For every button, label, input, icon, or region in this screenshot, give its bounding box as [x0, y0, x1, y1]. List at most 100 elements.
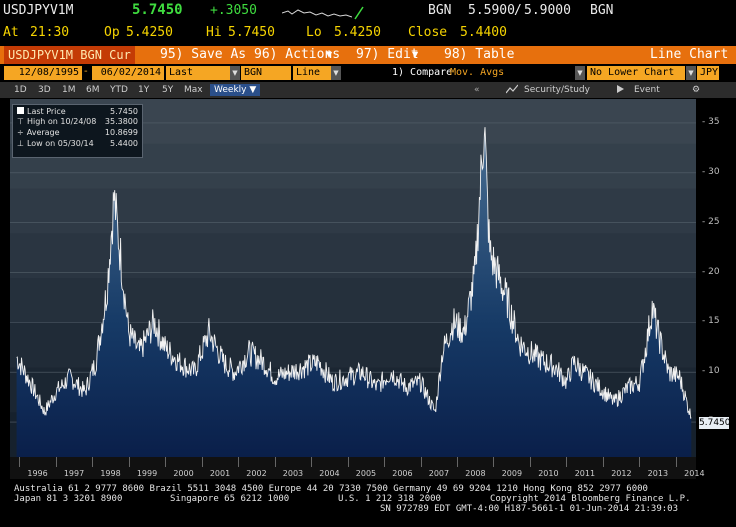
- event-icon[interactable]: [616, 84, 625, 96]
- lower-chart-field[interactable]: No Lower Chart: [587, 66, 685, 80]
- period-5y[interactable]: 5Y: [162, 84, 173, 96]
- legend-last-price: Last Price 5.7450: [17, 107, 138, 117]
- sparkline-icon: [282, 9, 352, 18]
- footer-copyright: Copyright 2014 Bloomberg Finance L.P.: [490, 494, 691, 504]
- x-tick-label: 1998: [100, 469, 121, 478]
- footer-session: SN 972789 EDT GMT-4:00 H187-5661-1 01-Ju…: [380, 504, 679, 514]
- edit-button[interactable]: 97) Edit: [356, 46, 419, 64]
- period-6m[interactable]: 6M: [86, 84, 100, 96]
- low-label: Lo: [306, 25, 322, 40]
- close-label: Close: [408, 25, 448, 40]
- x-tick-mark: [420, 457, 422, 467]
- last-value-label: 5.7450: [699, 417, 731, 429]
- x-tick-mark: [456, 457, 458, 467]
- at-label: At: [3, 25, 19, 40]
- x-tick-mark: [274, 457, 276, 467]
- x-tick-mark: [128, 457, 130, 467]
- period-1d[interactable]: 1D: [14, 84, 27, 96]
- high-label: Hi: [206, 25, 222, 40]
- chart-study-icon[interactable]: [505, 84, 519, 96]
- mov-avgs-dropdown-icon[interactable]: ▼: [575, 66, 585, 80]
- y-tick-label: - 20: [702, 266, 720, 277]
- field-selector[interactable]: Last Price: [166, 66, 230, 92]
- legend-swatch-icon: [17, 107, 24, 114]
- x-tick-mark: [493, 457, 495, 467]
- low-value: 5.4250: [334, 25, 381, 40]
- y-tick-label: - 25: [702, 216, 720, 227]
- collapse-icon[interactable]: «: [474, 84, 480, 96]
- footer-contacts-1: Australia 61 2 9777 8600 Brazil 5511 304…: [14, 484, 648, 494]
- low-marker-icon: ⊥: [17, 139, 24, 148]
- field-bar: 12/08/1995 - 06/02/2014 Last Price ▼ BGN…: [0, 66, 736, 92]
- y-axis: - 5- 10- 15- 20- 25- 30- 35: [696, 99, 736, 457]
- chart-legend[interactable]: Last Price 5.7450 ⊤ High on 10/24/08 35.3…: [12, 104, 143, 158]
- security-study-button[interactable]: Security/Study: [524, 84, 590, 96]
- lower-chart-dropdown-icon[interactable]: ▼: [686, 66, 696, 80]
- period-1y[interactable]: 1Y: [138, 84, 149, 96]
- security-field[interactable]: USDJPYV1M BGN Cur: [4, 46, 135, 64]
- currency-field[interactable]: JPY: [697, 66, 719, 80]
- x-tick-label: 2000: [173, 469, 194, 478]
- x-tick-label: 2009: [501, 469, 523, 478]
- source-label-2: BGN: [590, 3, 614, 18]
- end-date-field[interactable]: 06/02/2014: [92, 66, 164, 80]
- x-tick-mark: [347, 457, 349, 467]
- frequency-label: Weekly: [214, 85, 247, 95]
- net-change: +.3050: [210, 3, 257, 18]
- last-price: 5.7450: [132, 2, 183, 18]
- period-1m[interactable]: 1M: [62, 84, 76, 96]
- x-tick-label: 2014: [684, 469, 705, 478]
- bid-price: 5.5900: [468, 3, 515, 18]
- period-max[interactable]: Max: [184, 84, 203, 96]
- ticker[interactable]: USDJPYV1M: [3, 3, 73, 18]
- mov-avgs-button[interactable]: Mov. Avgs: [450, 67, 504, 78]
- x-tick-mark: [238, 457, 240, 467]
- style-field[interactable]: Line: [293, 66, 331, 80]
- x-tick-label: 1997: [63, 469, 85, 478]
- y-tick-label: - 30: [702, 166, 720, 177]
- x-tick-mark: [311, 457, 313, 467]
- start-date-field[interactable]: 12/08/1995: [4, 66, 82, 80]
- period-ytd[interactable]: YTD: [110, 84, 128, 96]
- quote-row-1: USDJPYV1M 5.7450 +.3050 BGN 5.5900 / 5.9…: [3, 2, 614, 20]
- high-value: 5.7450: [228, 25, 275, 40]
- x-tick-mark: [384, 457, 386, 467]
- x-tick-mark: [55, 457, 57, 467]
- x-tick-label: 2003: [282, 469, 304, 478]
- source-field[interactable]: BGN: [241, 66, 291, 80]
- x-tick-mark: [92, 457, 94, 467]
- frequency-selector[interactable]: Weekly ▼: [210, 84, 261, 96]
- high-marker-icon: ⊤: [17, 117, 24, 126]
- x-tick-mark: [529, 457, 531, 467]
- actions-dropdown-icon[interactable]: ▼: [326, 46, 332, 64]
- ask-price: 5.9000: [524, 3, 571, 18]
- edit-dropdown-icon[interactable]: ▼: [412, 46, 418, 64]
- x-axis: 1996 1997 1998 1999 2000 2001 2002 2003 2004 2005…: [10, 457, 705, 479]
- style-dropdown-icon[interactable]: ▼: [331, 66, 341, 80]
- up-tick-icon: [354, 6, 364, 20]
- x-tick-label: 2010: [538, 469, 559, 478]
- quote-time: 21:30: [30, 25, 70, 40]
- x-tick-label: 1996: [27, 469, 48, 478]
- field-dropdown-icon[interactable]: ▼: [230, 66, 240, 80]
- x-tick-label: 2004: [319, 469, 340, 478]
- x-tick-label: 2002: [246, 469, 267, 478]
- event-button[interactable]: Event: [634, 84, 660, 96]
- footer-japan: Japan 81 3 3201 8900: [14, 494, 123, 504]
- x-tick-label: 2011: [574, 469, 596, 478]
- period-3d[interactable]: 3D: [38, 84, 51, 96]
- x-tick-label: 2007: [428, 469, 450, 478]
- compare-button[interactable]: 1) Compare: [392, 67, 452, 78]
- y-tick-label: - 35: [702, 116, 720, 127]
- footer: Australia 61 2 9777 8600 Brazil 5511 304…: [0, 482, 736, 527]
- open-label: Op: [104, 25, 120, 40]
- x-tick-label: 2006: [392, 469, 413, 478]
- chart-toolbar: 1D 3D 1M 6M YTD 1Y 5Y Max Weekly ▼ « Sec…: [0, 82, 736, 98]
- x-tick-label: 2008: [465, 469, 486, 478]
- settings-gear-icon[interactable]: ⚙: [692, 84, 700, 96]
- close-value: 5.4400: [460, 25, 507, 40]
- source-label: BGN: [428, 3, 452, 18]
- save-as-button[interactable]: 95) Save As: [160, 46, 246, 64]
- legend-high: ⊤ High on 10/24/08 35.3800: [17, 117, 138, 126]
- table-button[interactable]: 98) Table: [444, 46, 514, 64]
